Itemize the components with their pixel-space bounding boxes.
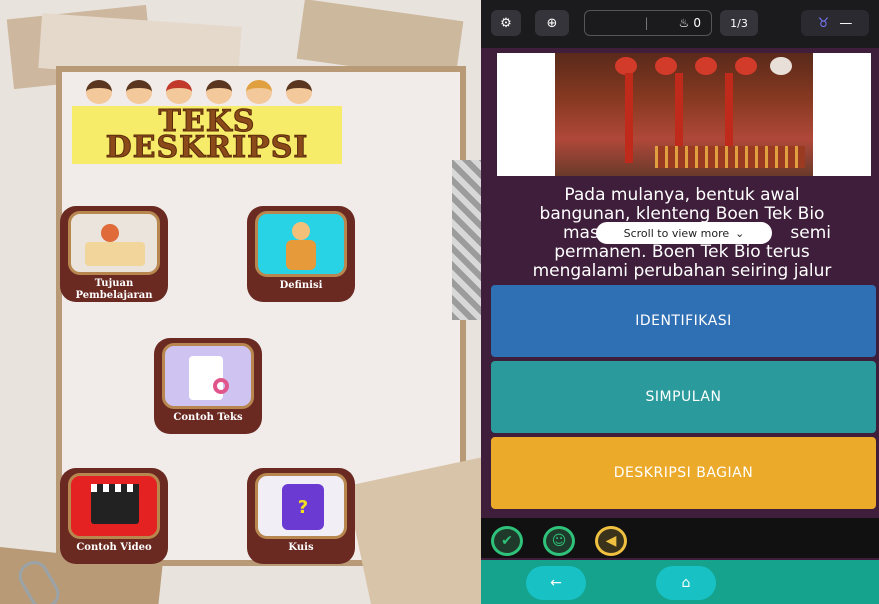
question-line: semi: [790, 223, 831, 243]
menu-kuis-button[interactable]: ? Kuis: [247, 468, 355, 564]
menu-definisi-label: Definisi: [279, 280, 323, 291]
settings-button[interactable]: ⚙: [491, 10, 521, 36]
answer-option-1[interactable]: IDENTIFIKASI: [491, 285, 876, 357]
menu-contoh-teks-button[interactable]: Contoh Teks: [154, 338, 262, 434]
menu-tujuan-button[interactable]: Tujuan Pembelajaran: [60, 206, 168, 302]
zoom-button[interactable]: ⊕: [535, 10, 569, 36]
question-line: Pada mulanya, bentuk awal: [564, 185, 800, 205]
score-display: | ♨ 0: [584, 10, 712, 36]
decor-zigzag: [452, 160, 481, 320]
quiz-panel: ⚙ ⊕ | ♨ 0 1/3 ♉ — Pada mulanya, bentuk a…: [481, 0, 879, 604]
minimize-label: —: [839, 15, 853, 31]
taurus-icon: ♉: [817, 15, 830, 31]
kid-face-icon: [126, 80, 152, 104]
temple-photo: [555, 53, 813, 176]
answer-option-2[interactable]: SIMPULAN: [491, 361, 876, 433]
reading-girl-illustration-icon: [255, 211, 347, 277]
page-title: TEKS DESKRIPSI: [72, 106, 342, 164]
answer-option-3[interactable]: DESKRIPSI BAGIAN: [491, 437, 876, 509]
menu-kuis-label: Kuis: [288, 542, 314, 553]
chevron-down-icon: ⌄: [735, 226, 745, 240]
bottom-nav: ← ⌂: [481, 560, 879, 604]
kid-face-icon: [246, 80, 272, 104]
screen: TEKS DESKRIPSI Tujuan Pembelajaran Defin…: [0, 0, 879, 604]
menu-definisi-button[interactable]: Definisi: [247, 206, 355, 302]
scroll-hint-label: Scroll to view more: [623, 226, 730, 240]
megaphone-icon[interactable]: ◀: [595, 526, 627, 556]
zoom-in-icon: ⊕: [546, 15, 558, 31]
question-image: [497, 53, 871, 176]
kid-face-icon: [286, 80, 312, 104]
answer-label: DESKRIPSI BAGIAN: [613, 465, 754, 481]
menu-contoh-video-label: Contoh Video: [76, 542, 152, 553]
menu-tujuan-label: Tujuan Pembelajaran: [75, 278, 153, 301]
answer-label: SIMPULAN: [645, 389, 722, 405]
home-button[interactable]: ⌂: [656, 566, 716, 600]
menu-contoh-video-button[interactable]: Contoh Video: [60, 468, 168, 564]
kids-illustration: [86, 80, 326, 104]
kid-face-icon: [166, 80, 192, 104]
score-value: 0: [693, 16, 701, 30]
menu-contoh-teks-label: Contoh Teks: [173, 412, 243, 423]
quiz-topbar: ⚙ ⊕ | ♨ 0 1/3 ♉ —: [481, 0, 879, 48]
title-line-2: DESKRIPSI: [105, 130, 309, 165]
mask-icon[interactable]: ☺: [543, 526, 575, 556]
profile-button[interactable]: ♉ —: [801, 10, 869, 36]
check-icon[interactable]: ✔: [491, 526, 523, 556]
back-button[interactable]: ←: [526, 566, 586, 600]
scroll-hint-button[interactable]: Scroll to view more ⌄: [596, 222, 772, 244]
kid-face-icon: [86, 80, 112, 104]
kid-face-icon: [206, 80, 232, 104]
answer-label: IDENTIFIKASI: [635, 313, 732, 329]
lesson-menu-panel: TEKS DESKRIPSI Tujuan Pembelajaran Defin…: [0, 0, 481, 604]
powerup-bar: ✔ ☺ ◀: [481, 518, 879, 558]
document-search-icon: [162, 343, 254, 409]
home-icon: ⌂: [681, 575, 691, 591]
arrow-left-icon: ←: [550, 575, 562, 591]
question-line: mengalami perubahan seiring jalur: [532, 261, 832, 281]
streak-icon: ♨: [678, 16, 690, 30]
mystery-box-icon: ?: [255, 473, 347, 539]
question-progress: 1/3: [720, 10, 758, 36]
clapperboard-icon: [68, 473, 160, 539]
gear-icon: ⚙: [500, 15, 512, 31]
books-illustration-icon: [68, 211, 160, 275]
question-line: permanen. Boen Tek Bio terus: [554, 242, 810, 262]
